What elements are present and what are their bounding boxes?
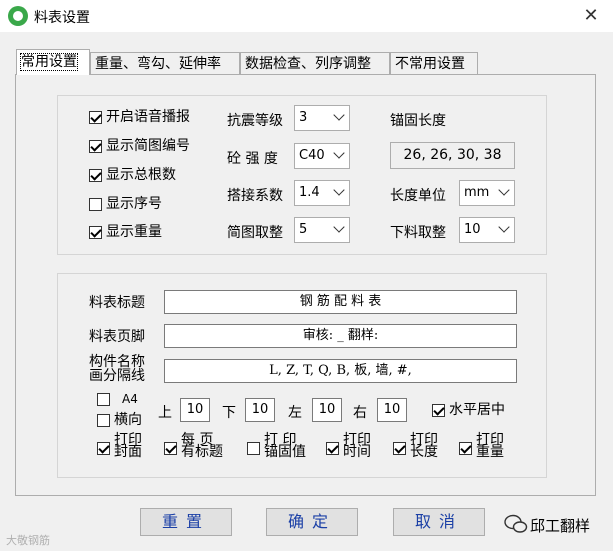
chevron-down-icon [498, 184, 510, 196]
weight-checkbox[interactable]: 显示重量 [89, 224, 162, 241]
ok-button[interactable]: 确定 [266, 508, 358, 536]
margin-top-label: 上 [158, 405, 172, 421]
margin-right-label: 右 [353, 405, 367, 421]
chevron-down-icon [333, 109, 345, 121]
diagram-round-select[interactable]: 5 [294, 217, 350, 243]
app-logo-icon [8, 6, 28, 26]
length-unit-label: 长度单位 [390, 188, 446, 204]
sheet-footer-input[interactable]: 审核: _ 翻样: [164, 324, 517, 348]
tab-weight-hook-elongation[interactable]: 重量、弯勾、延伸率 [90, 52, 240, 74]
cancel-button[interactable]: 取消 [393, 508, 485, 536]
chevron-down-icon [333, 184, 345, 196]
title-bar [0, 0, 613, 32]
reset-button[interactable]: 重置 [140, 508, 232, 536]
anchor-length-label: 锚固长度 [390, 113, 446, 129]
margin-left-input[interactable]: 10 [312, 398, 342, 422]
concrete-label: 砼 强 度 [227, 151, 278, 167]
tab-common-settings[interactable]: 常用设置 [16, 49, 90, 75]
diagram-number-checkbox[interactable]: 显示简图编号 [89, 138, 190, 155]
cut-round-label: 下料取整 [390, 225, 446, 241]
voice-checkbox[interactable]: 开启语音播报 [89, 109, 190, 126]
seismic-select[interactable]: 3 [294, 105, 350, 131]
separator-input[interactable]: L, Z, T, Q, B, 板, 墙, #, [164, 359, 517, 383]
checkbox-box [97, 393, 110, 406]
print-weight-checkbox[interactable]: 打印 重量 [459, 433, 504, 459]
horizontal-center-checkbox[interactable]: 水平居中 [432, 402, 505, 419]
checkbox-box [97, 414, 110, 427]
checkbox-box [89, 111, 102, 124]
tab-uncommon-settings[interactable]: 不常用设置 [390, 52, 478, 74]
cut-round-select[interactable]: 10 [459, 217, 515, 243]
print-time-checkbox[interactable]: 打印 时间 [326, 433, 371, 459]
print-length-checkbox[interactable]: 打印 长度 [393, 433, 438, 459]
margin-right-input[interactable]: 10 [377, 398, 407, 422]
sheet-title-label: 料表标题 [89, 295, 145, 311]
print-cover-checkbox[interactable]: 打印 封面 [97, 433, 142, 459]
title-every-page-checkbox[interactable]: 每 页有标题 [164, 433, 223, 459]
checkbox-box [89, 140, 102, 153]
sequence-checkbox[interactable]: 显示序号 [89, 196, 162, 213]
margin-top-input[interactable]: 10 [180, 398, 210, 422]
close-icon[interactable]: ✕ [574, 3, 608, 29]
watermark-right: 邱工翻样 [530, 517, 591, 535]
wechat-icon [504, 514, 528, 533]
sheet-title-input[interactable]: 钢 筋 配 料 表 [164, 290, 517, 314]
anchor-length-value[interactable]: 26, 26, 30, 38 [390, 142, 515, 169]
print-anchor-checkbox[interactable]: 打 印锚固值 [247, 433, 306, 459]
watermark-left: 大敬钢筋 [6, 534, 50, 547]
margin-bottom-input[interactable]: 10 [245, 398, 275, 422]
checkbox-box [164, 442, 177, 455]
chevron-down-icon [498, 221, 510, 233]
a4-checkbox[interactable]: A4 [97, 391, 138, 408]
landscape-checkbox[interactable]: 横向 [97, 412, 142, 429]
window-title: 料表设置 [34, 10, 90, 26]
splice-label: 搭接系数 [227, 188, 283, 204]
checkbox-box [393, 442, 406, 455]
sheet-footer-label: 料表页脚 [89, 329, 145, 345]
checkbox-box [326, 442, 339, 455]
total-count-checkbox[interactable]: 显示总根数 [89, 167, 176, 184]
tab-data-check-column-order[interactable]: 数据检查、列序调整 [240, 52, 390, 74]
chevron-down-icon [333, 147, 345, 159]
separator-label: 构件名称 画分隔线 [89, 354, 145, 384]
length-unit-select[interactable]: mm [459, 180, 515, 206]
splice-select[interactable]: 1.4 [294, 180, 350, 206]
margin-left-label: 左 [288, 405, 302, 421]
checkbox-box [459, 442, 472, 455]
checkbox-box [89, 169, 102, 182]
margin-bottom-label: 下 [222, 405, 236, 421]
diagram-round-label: 简图取整 [227, 225, 283, 241]
concrete-select[interactable]: C40 [294, 143, 350, 169]
checkbox-box [89, 198, 102, 211]
seismic-label: 抗震等级 [227, 113, 283, 129]
chevron-down-icon [333, 221, 345, 233]
checkbox-box [89, 226, 102, 239]
checkbox-box [247, 442, 260, 455]
checkbox-box [432, 404, 445, 417]
checkbox-box [97, 442, 110, 455]
